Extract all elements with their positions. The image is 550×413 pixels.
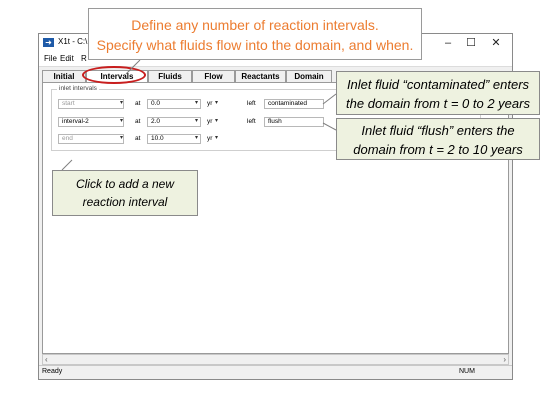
close-icon[interactable]: ✕ [485, 35, 507, 51]
chevron-right-icon[interactable]: › [503, 355, 506, 364]
status-num: NUM [459, 368, 475, 375]
interval-time-2[interactable]: 2.0 [147, 117, 201, 127]
group-label: inlet intervals [57, 85, 99, 92]
chevron-down-icon[interactable]: ▾ [195, 134, 198, 141]
at-label: at [135, 118, 141, 125]
intervals-note-line1: Define any number of reaction intervals. [131, 17, 379, 33]
add-callout: Click to add a new reaction interval [52, 170, 198, 216]
at-label: at [135, 135, 141, 142]
chevron-down-icon[interactable]: ▾ [215, 134, 218, 141]
chevron-down-icon[interactable]: ▾ [120, 134, 123, 141]
chevron-down-icon[interactable]: ▾ [215, 99, 218, 106]
flush-callout-line2: domain from t = 2 to 10 years [353, 142, 523, 157]
horizontal-scrollbar[interactable]: ‹ › [42, 354, 509, 365]
menu-file[interactable]: File [44, 54, 57, 63]
menu-run[interactable]: R [81, 54, 87, 63]
tab-flow[interactable]: Flow [192, 70, 235, 82]
contaminated-callout-line2: the domain from t = 0 to 2 years [346, 96, 530, 111]
contaminated-callout-line1: Inlet fluid “contaminated” enters [346, 77, 530, 92]
side-label: left [247, 118, 256, 125]
fluid-select-contaminated[interactable]: contaminated [264, 99, 324, 109]
fluid-select-flush[interactable]: flush [264, 117, 324, 127]
contaminated-callout: Inlet fluid “contaminated” enters the do… [336, 71, 540, 115]
flush-callout: Inlet fluid “flush” enters the domain fr… [336, 118, 540, 160]
interval-name-end[interactable]: end [58, 134, 124, 144]
maximize-icon[interactable]: ☐ [460, 35, 482, 51]
intervals-tab-highlight [82, 66, 146, 84]
app-logo-icon: ➜ [43, 38, 54, 47]
chevron-left-icon[interactable]: ‹ [45, 355, 48, 364]
tab-domain[interactable]: Domain [286, 70, 332, 82]
tab-reactants[interactable]: Reactants [235, 70, 286, 82]
interval-time-end[interactable]: 10.0 [147, 134, 201, 144]
chevron-down-icon[interactable]: ▾ [195, 117, 198, 124]
status-bar: Ready NUM [39, 365, 512, 379]
menu-edit[interactable]: Edit [60, 54, 74, 63]
chevron-down-icon[interactable]: ▾ [195, 99, 198, 106]
add-callout-line1: Click to add a new [75, 177, 175, 191]
tab-initial[interactable]: Initial [42, 70, 86, 82]
chevron-down-icon[interactable]: ▾ [120, 99, 123, 106]
interval-time-start[interactable]: 0.0 [147, 99, 201, 109]
interval-name-2[interactable]: interval-2 [58, 117, 124, 127]
flush-callout-line1: Inlet fluid “flush” enters the [361, 123, 515, 138]
unit-label[interactable]: yr [207, 100, 212, 107]
intervals-note: Define any number of reaction intervals.… [88, 8, 422, 60]
add-callout-line2: reaction interval [82, 195, 168, 209]
interval-name-start[interactable]: start [58, 99, 124, 109]
intervals-note-line2: Specify what fluids flow into the domain… [96, 37, 414, 53]
unit-label[interactable]: yr [207, 135, 212, 142]
minimize-icon[interactable]: – [437, 35, 459, 51]
at-label: at [135, 100, 141, 107]
chevron-down-icon[interactable]: ▾ [215, 117, 218, 124]
chevron-down-icon[interactable]: ▾ [120, 117, 123, 124]
tab-fluids[interactable]: Fluids [148, 70, 192, 82]
status-ready: Ready [42, 368, 63, 375]
side-label: left [247, 100, 256, 107]
unit-label[interactable]: yr [207, 118, 212, 125]
